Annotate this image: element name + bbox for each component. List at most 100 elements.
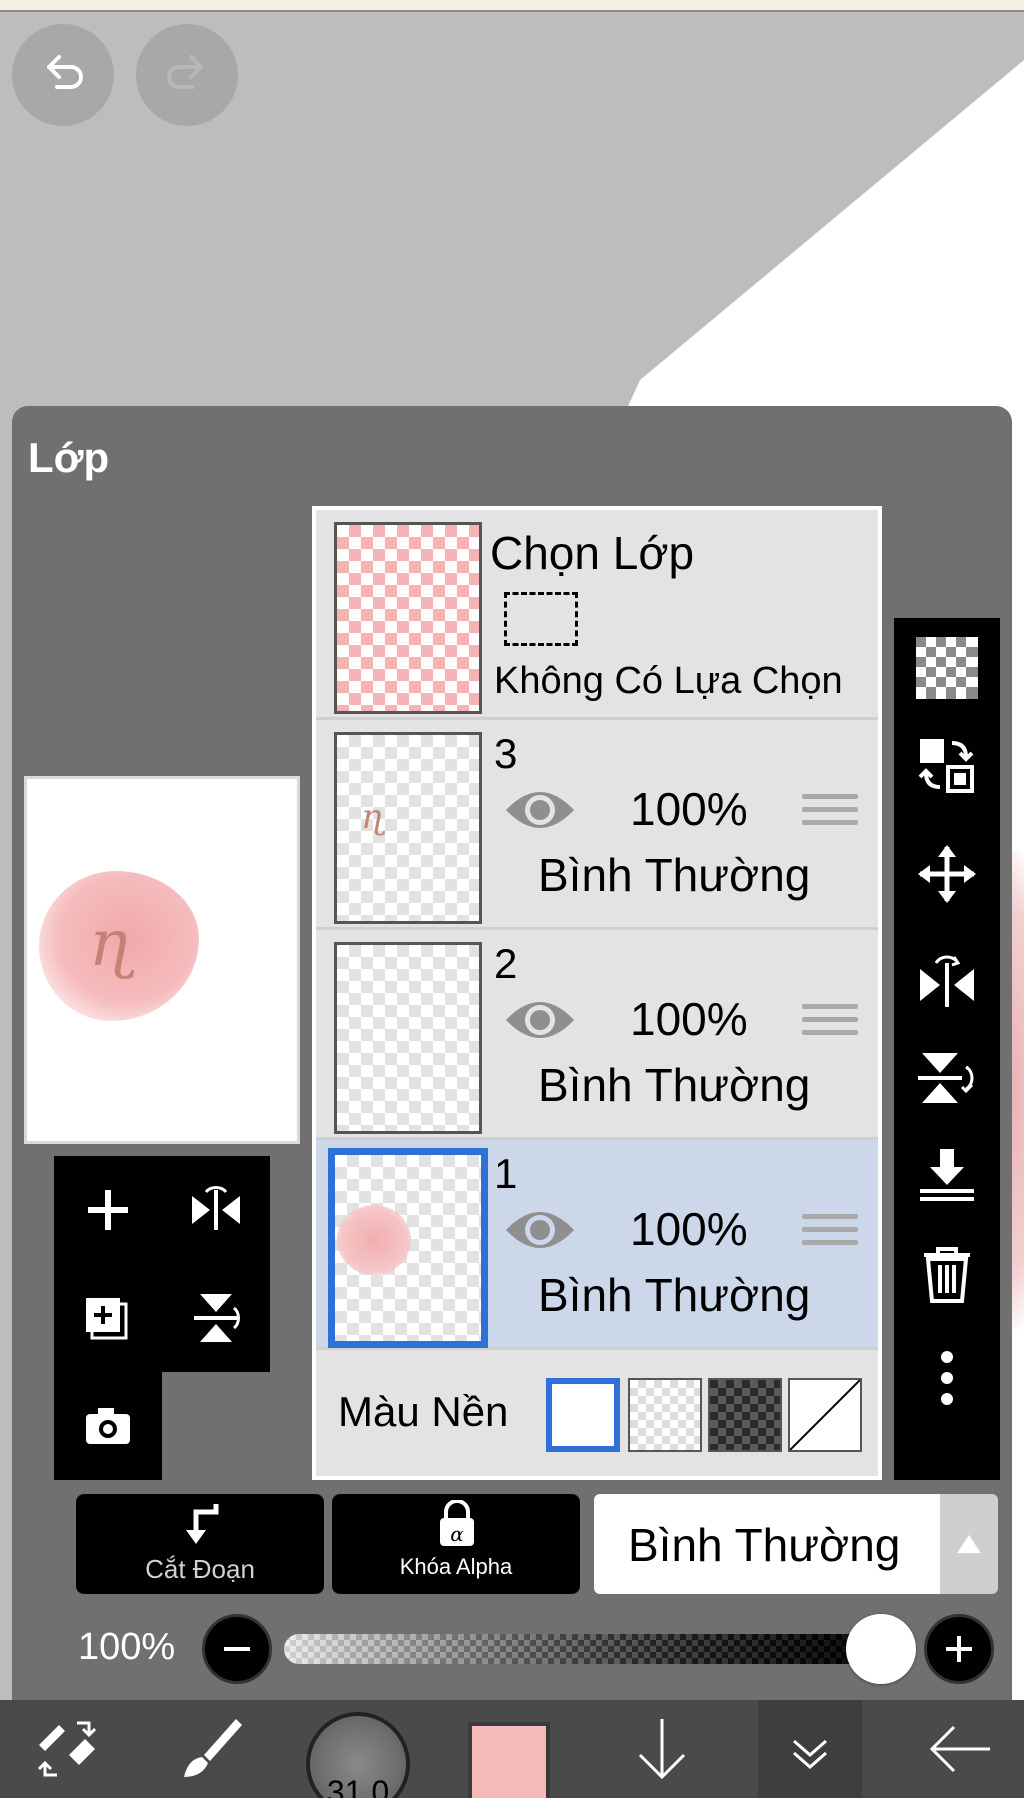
layer-number: 3 <box>494 730 518 777</box>
layer-row[interactable]: 2 100% Bình Thường <box>316 930 878 1140</box>
minus-icon <box>224 1647 250 1651</box>
background-white-swatch[interactable] <box>546 1378 620 1452</box>
flip-horizontal-button[interactable] <box>162 1156 270 1264</box>
layer-opacity: 100% <box>630 993 748 1045</box>
redo-icon <box>167 55 203 89</box>
merge-down-icon <box>920 1149 974 1201</box>
opacity-value: 100% <box>78 1626 176 1668</box>
background-color-label: Màu Nền <box>338 1388 509 1435</box>
drag-handle-icon[interactable] <box>802 1004 858 1048</box>
layer-row-selected[interactable]: 1 100% Bình Thường <box>316 1140 878 1350</box>
layer-blend-mode: Bình Thường <box>538 1269 811 1321</box>
clipping-label: Cắt Đoạn <box>145 1554 255 1584</box>
clipping-button[interactable]: Cắt Đoạn <box>76 1494 324 1594</box>
camera-icon <box>86 1408 130 1444</box>
left-tools <box>54 1156 270 1372</box>
preview-letter-graphic: ɳ <box>89 907 134 981</box>
tool-switch-button[interactable] <box>22 1700 112 1798</box>
layer-opacity: 100% <box>630 1203 748 1255</box>
alpha-lock-label: Khóa Alpha <box>399 1554 513 1579</box>
opacity-increase-button[interactable] <box>924 1614 994 1684</box>
swap-layer-icon <box>918 739 974 793</box>
background-transparent-swatch[interactable] <box>628 1378 702 1452</box>
triangle-up-icon <box>957 1534 981 1554</box>
opacity-slider[interactable] <box>284 1634 916 1664</box>
opacity-slider-fill <box>284 1634 916 1664</box>
arrow-down-icon <box>638 1719 686 1780</box>
flip-vertical-icon <box>194 1294 240 1342</box>
background-dark-checker-swatch[interactable] <box>708 1378 782 1452</box>
background-color-row: Màu Nền <box>316 1350 878 1476</box>
flip-horizontal-layer-button[interactable] <box>894 932 1000 1028</box>
layer-thumbnail: ɳ <box>334 732 482 924</box>
alpha-lock-button[interactable]: α Khóa Alpha <box>332 1494 580 1594</box>
background-none-swatch[interactable] <box>788 1378 862 1452</box>
layer-thumbnail <box>328 1148 488 1348</box>
blend-mode-select[interactable]: Bình Thường <box>594 1494 940 1594</box>
visibility-eye-icon[interactable] <box>502 990 578 1050</box>
layer-number: 1 <box>494 1150 518 1197</box>
canvas-preview: ɳ <box>24 776 300 1144</box>
selection-marquee-icon <box>504 592 578 646</box>
more-vertical-icon <box>941 1351 953 1405</box>
layer-blend-mode: Bình Thường <box>538 849 811 901</box>
drag-handle-icon[interactable] <box>802 1214 858 1258</box>
diagonal-line-icon <box>789 1379 861 1451</box>
brush-tool-button[interactable] <box>160 1700 260 1798</box>
import-photo-button[interactable] <box>54 1372 162 1480</box>
layer-list: Chọn Lớp Không Có Lựa Chọn ɳ 3 100% Bình… <box>312 506 882 1480</box>
plus-icon <box>946 1636 972 1662</box>
brush-size-value: 31.0 <box>326 1774 390 1798</box>
transparency-button[interactable] <box>894 620 1000 716</box>
redo-button[interactable] <box>136 24 238 126</box>
undo-icon <box>47 55 83 89</box>
selection-layer-title: Chọn Lớp <box>490 527 695 579</box>
duplicate-layer-button[interactable] <box>54 1264 162 1372</box>
checker-icon <box>916 637 978 699</box>
layer-row[interactable]: ɳ 3 100% Bình Thường <box>316 720 878 930</box>
blend-mode-dropdown-button[interactable] <box>940 1494 998 1594</box>
layer-tools-sidebar <box>894 618 1000 1480</box>
visibility-eye-icon[interactable] <box>502 780 578 840</box>
clipping-arrow-icon <box>186 1504 219 1544</box>
brush-eraser-switch-icon <box>37 1721 97 1777</box>
collapse-panel-button[interactable] <box>760 1700 860 1798</box>
duplicate-layer-icon <box>86 1298 128 1340</box>
selection-layer-thumbnail <box>334 522 482 714</box>
trash-icon <box>924 1247 970 1303</box>
add-layer-button[interactable] <box>54 1156 162 1264</box>
layer-blend-mode: Bình Thường <box>538 1059 811 1111</box>
swap-layer-button[interactable] <box>894 718 1000 814</box>
flip-vertical-icon <box>918 1053 974 1103</box>
color-picker-button[interactable] <box>468 1722 550 1798</box>
move-icon <box>918 845 976 903</box>
camera-tool-block <box>54 1372 162 1480</box>
drag-handle-icon[interactable] <box>802 794 858 838</box>
visibility-eye-icon[interactable] <box>502 1200 578 1260</box>
layer-number: 2 <box>494 940 518 987</box>
opacity-decrease-button[interactable] <box>202 1614 272 1684</box>
svg-text:α: α <box>450 1522 464 1546</box>
layer-down-button[interactable] <box>612 1700 712 1798</box>
merge-down-button[interactable] <box>894 1128 1000 1224</box>
plus-icon <box>88 1190 128 1230</box>
arrow-left-icon <box>929 1725 990 1773</box>
more-options-button[interactable] <box>894 1330 1000 1426</box>
opacity-slider-thumb[interactable] <box>846 1614 916 1684</box>
selection-status: Không Có Lựa Chọn <box>494 660 843 702</box>
flip-vertical-layer-button[interactable] <box>894 1030 1000 1126</box>
brush-icon <box>184 1719 242 1777</box>
delete-layer-button[interactable] <box>894 1226 1000 1322</box>
layer-opacity: 100% <box>630 783 748 835</box>
flip-vertical-button[interactable] <box>162 1264 270 1372</box>
lock-alpha-icon: α <box>440 1500 474 1546</box>
panel-title: Lớp <box>28 434 110 481</box>
layer-thumbnail <box>334 942 482 1134</box>
flip-horizontal-icon <box>920 955 974 1007</box>
undo-button[interactable] <box>12 24 114 126</box>
status-strip <box>0 0 1024 12</box>
blend-mode-value: Bình Thường <box>628 1519 901 1571</box>
selection-layer-row[interactable]: Chọn Lớp Không Có Lựa Chọn <box>316 510 878 720</box>
back-button[interactable] <box>910 1700 1010 1798</box>
move-layer-button[interactable] <box>894 826 1000 922</box>
